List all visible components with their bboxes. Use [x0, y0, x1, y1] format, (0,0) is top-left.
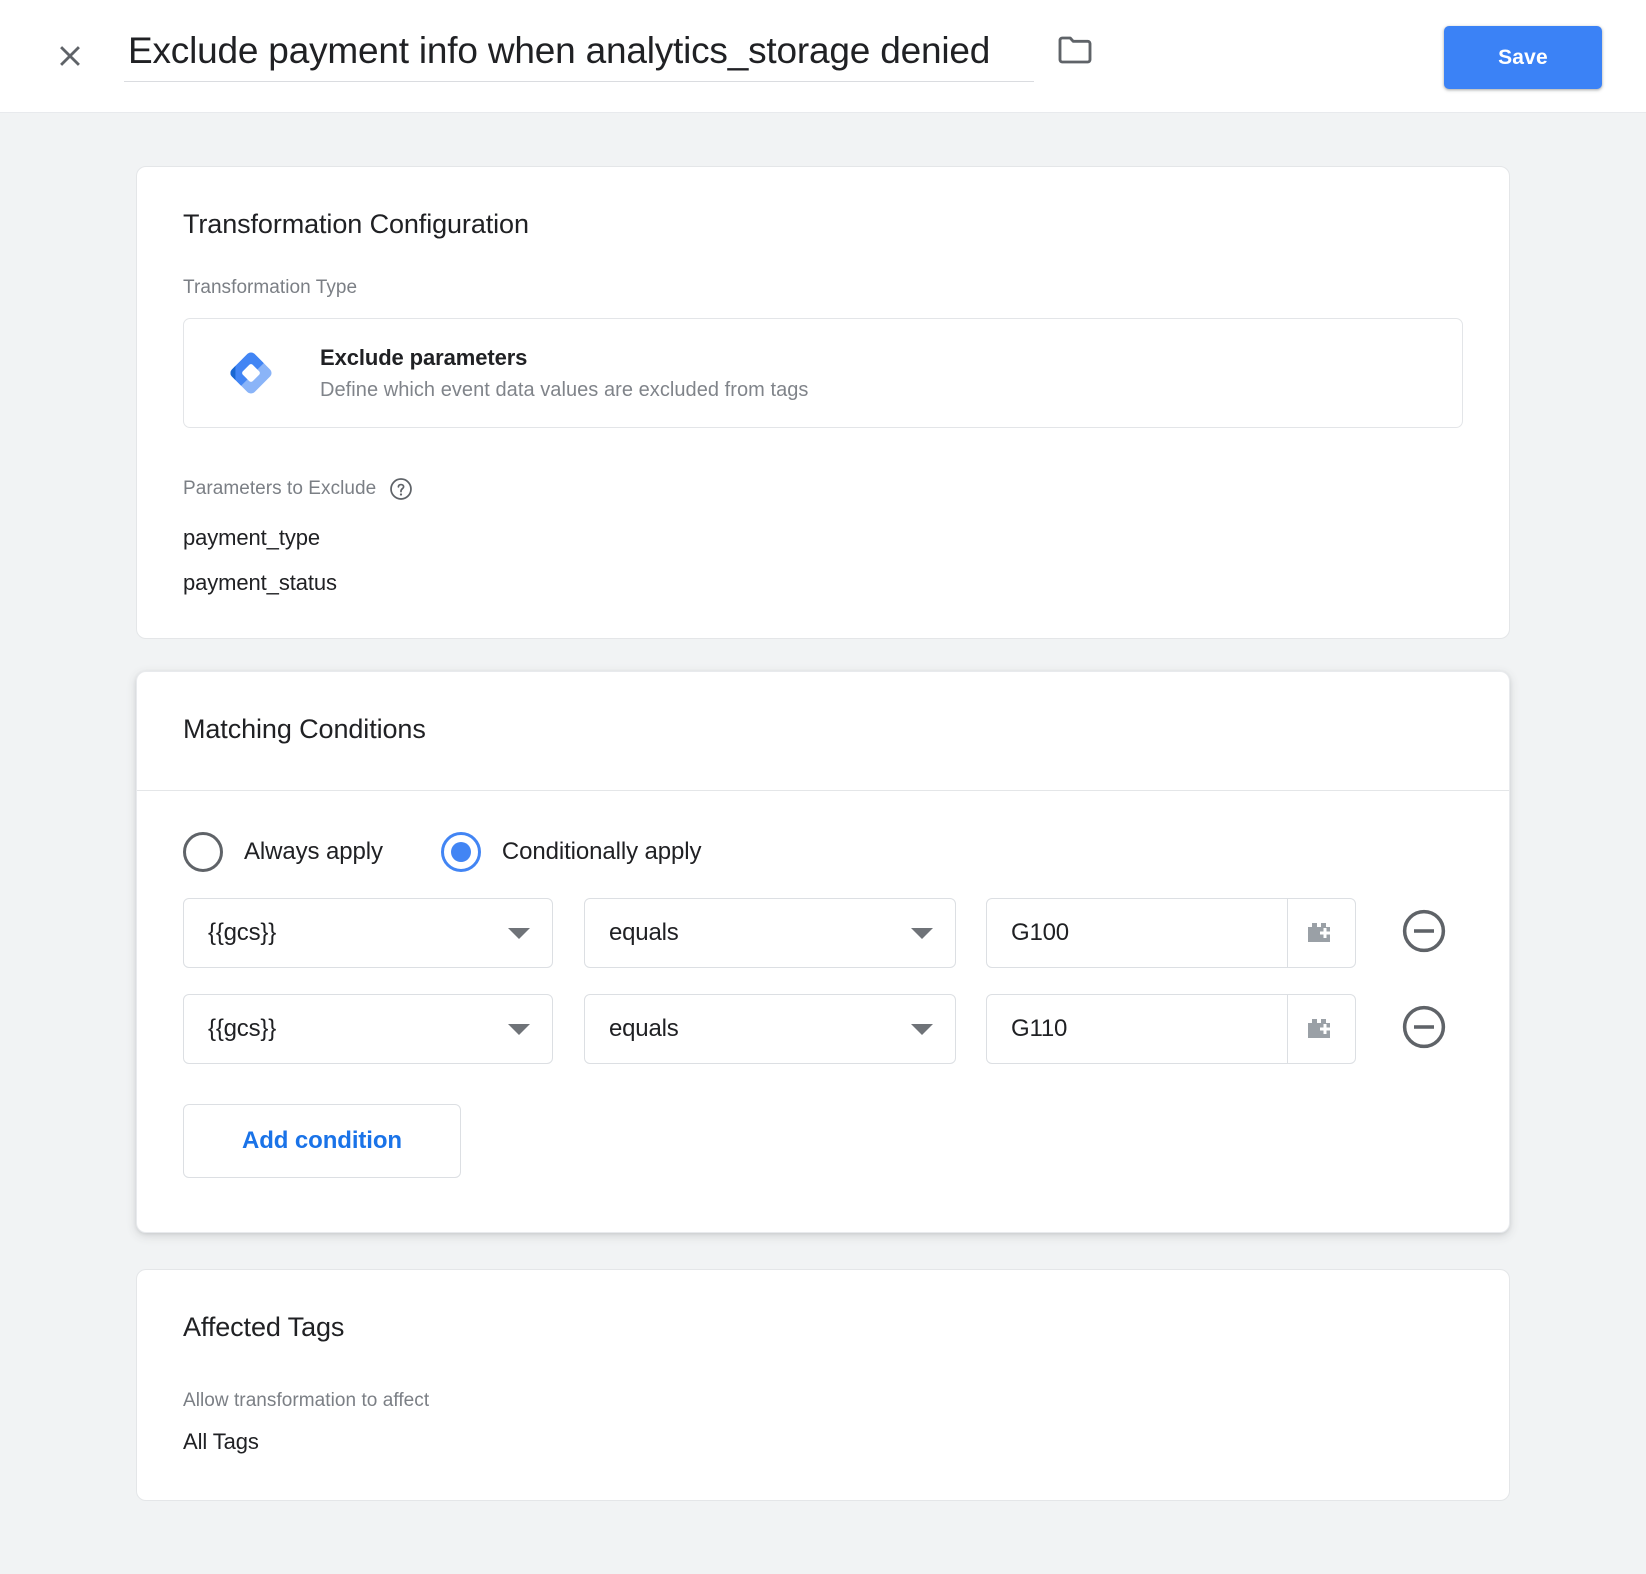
chevron-down-icon	[508, 927, 530, 939]
condition-variable-value: {{gcs}}	[208, 919, 277, 946]
condition-row: {{gcs}} equals	[137, 898, 1509, 968]
condition-variable-select[interactable]: {{gcs}}	[183, 994, 553, 1064]
variable-picker-icon[interactable]	[1287, 995, 1355, 1063]
condition-variable-select[interactable]: {{gcs}}	[183, 898, 553, 968]
condition-operator-value: equals	[609, 919, 679, 946]
remove-circle-icon	[1399, 906, 1449, 961]
transformation-type-tile[interactable]: Exclude parameters Define which event da…	[183, 318, 1463, 428]
affected-tags-sub-label: Allow transformation to affect	[183, 1390, 430, 1411]
radio-conditionally-apply[interactable]: Conditionally apply	[440, 832, 702, 872]
app-header: Save	[0, 0, 1646, 113]
remove-condition-button[interactable]	[1397, 1002, 1451, 1056]
condition-value-field	[986, 994, 1356, 1064]
condition-value-input[interactable]	[987, 899, 1288, 967]
folder-button[interactable]	[1052, 32, 1098, 72]
condition-value-field	[986, 898, 1356, 968]
condition-operator-value: equals	[609, 1015, 679, 1042]
apply-mode-radio-group: Always apply Conditionally apply	[137, 832, 1509, 872]
radio-always-apply[interactable]: Always apply	[183, 832, 383, 872]
add-condition-button[interactable]: Add condition	[183, 1104, 461, 1178]
chevron-down-icon	[911, 1023, 933, 1035]
transformation-name-input[interactable]	[124, 30, 1034, 82]
transformation-type-name: Exclude parameters	[320, 344, 528, 370]
parameters-label-row: Parameters to Exclude	[137, 476, 1509, 502]
condition-value-input[interactable]	[987, 995, 1288, 1063]
gtm-diamond-icon	[226, 348, 276, 398]
parameter-value: payment_status	[183, 570, 337, 595]
close-button[interactable]	[44, 30, 96, 82]
title-area	[124, 30, 1098, 82]
transformation-type-description: Define which event data values are exclu…	[320, 378, 809, 401]
transformation-type-text: Exclude parameters Define which event da…	[320, 345, 808, 402]
main-content: Transformation Configuration Transformat…	[0, 166, 1646, 1501]
condition-variable-value: {{gcs}}	[208, 1015, 277, 1042]
radio-circle-unselected-icon	[183, 832, 223, 872]
chevron-down-icon	[911, 927, 933, 939]
folder-icon	[1057, 35, 1093, 70]
close-icon	[53, 39, 87, 73]
radio-circle-selected-icon	[440, 832, 481, 872]
affected-tags-card: Affected Tags Allow transformation to af…	[136, 1269, 1510, 1501]
transformation-configuration-card: Transformation Configuration Transformat…	[136, 166, 1510, 639]
affected-tags-value: All Tags	[183, 1429, 259, 1454]
card-title-transformation: Transformation Configuration	[183, 209, 529, 239]
card-title-matching-conditions: Matching Conditions	[183, 714, 426, 744]
matching-conditions-card: Matching Conditions Always apply Conditi…	[136, 671, 1510, 1233]
remove-circle-icon	[1399, 1002, 1449, 1057]
condition-operator-select[interactable]: equals	[584, 994, 956, 1064]
condition-row: {{gcs}} equals	[137, 994, 1509, 1064]
condition-operator-select[interactable]: equals	[584, 898, 956, 968]
chevron-down-icon	[508, 1023, 530, 1035]
help-icon[interactable]	[388, 476, 414, 502]
remove-condition-button[interactable]	[1397, 906, 1451, 960]
parameter-value: payment_type	[183, 525, 320, 550]
variable-picker-icon[interactable]	[1287, 899, 1355, 967]
card-title-affected-tags: Affected Tags	[183, 1312, 345, 1342]
transformation-type-label: Transformation Type	[183, 277, 358, 298]
save-button[interactable]: Save	[1444, 26, 1602, 89]
parameters-to-exclude-label: Parameters to Exclude	[183, 478, 377, 499]
radio-always-apply-label: Always apply	[244, 838, 383, 865]
radio-conditionally-apply-label: Conditionally apply	[501, 838, 702, 865]
card-divider	[137, 790, 1509, 791]
